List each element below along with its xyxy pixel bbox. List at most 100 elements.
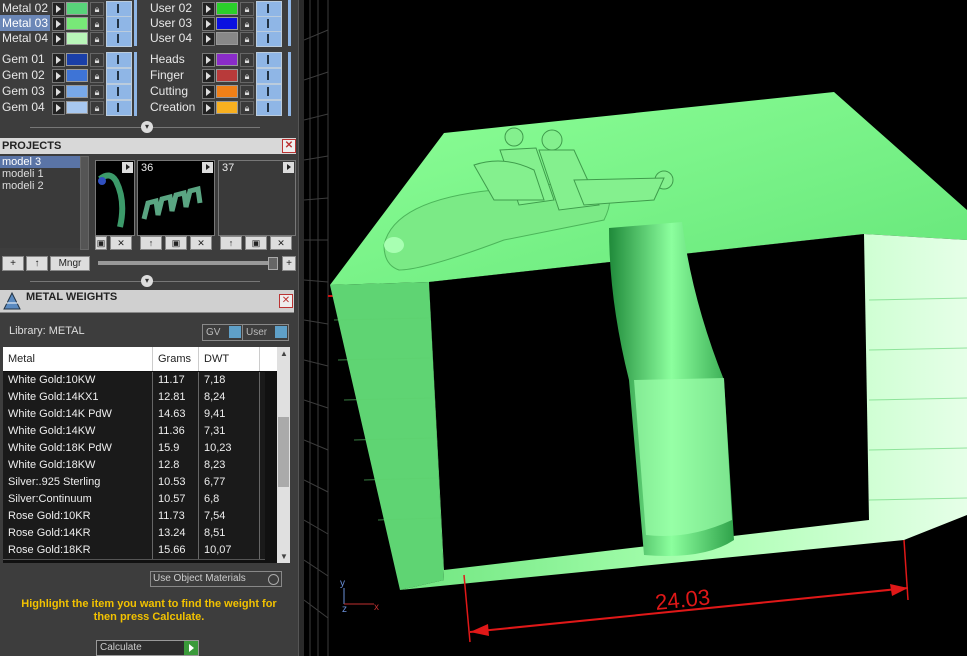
lock-icon[interactable]: 🔒︎ bbox=[240, 101, 254, 115]
lock-icon[interactable]: 🔒︎ bbox=[90, 17, 104, 31]
close-icon[interactable]: ✕ bbox=[279, 294, 293, 308]
scrollbar-thumb[interactable] bbox=[278, 417, 289, 487]
scroll-up-icon[interactable]: ▲ bbox=[280, 349, 288, 358]
collapse-toggle-icon[interactable]: ▾ bbox=[141, 121, 153, 133]
layer-color-swatch[interactable] bbox=[216, 2, 238, 15]
visibility-toggle[interactable] bbox=[256, 31, 282, 47]
manager-button[interactable]: Mngr bbox=[50, 256, 90, 271]
move-up-button[interactable]: ↑ bbox=[26, 256, 48, 271]
thumbnail-menu-arrow-icon[interactable] bbox=[283, 162, 294, 173]
table-row[interactable]: Silver:.925 Sterling 10.53 6,77 bbox=[3, 474, 265, 492]
layer-row-finger[interactable]: Finger 🔒︎ bbox=[148, 67, 288, 84]
expand-arrow-icon[interactable] bbox=[202, 85, 215, 99]
expand-arrow-icon[interactable] bbox=[202, 17, 215, 31]
3d-viewport[interactable]: 24.03 y z x bbox=[304, 0, 967, 656]
layer-color-swatch[interactable] bbox=[66, 32, 88, 45]
expand-arrow-icon[interactable] bbox=[202, 53, 215, 67]
expand-arrow-icon[interactable] bbox=[52, 53, 65, 67]
table-row[interactable]: Rose Gold:10KR 11.73 7,54 bbox=[3, 508, 265, 526]
table-row[interactable]: Rose Gold:14KR 13.24 8,51 bbox=[3, 525, 265, 543]
lock-icon[interactable]: 🔒︎ bbox=[90, 69, 104, 83]
lock-icon[interactable]: 🔒︎ bbox=[90, 53, 104, 67]
project-thumbnail[interactable]: 37 bbox=[218, 160, 296, 236]
column-header[interactable]: DWT bbox=[199, 347, 260, 371]
lock-icon[interactable]: 🔒︎ bbox=[240, 69, 254, 83]
upload-icon[interactable]: ↑ bbox=[220, 236, 242, 250]
table-row[interactable]: White Gold:18KW 12.8 8,23 bbox=[3, 457, 265, 475]
table-row[interactable]: Rose Gold:18KR 15.66 10,07 bbox=[3, 542, 265, 560]
project-item[interactable]: modeli 2 bbox=[0, 180, 80, 192]
use-object-materials-option[interactable]: Use Object Materials bbox=[150, 571, 282, 587]
save-icon[interactable]: ▣ bbox=[95, 236, 107, 250]
project-list-scrollbar[interactable] bbox=[80, 156, 89, 250]
visibility-toggle[interactable] bbox=[256, 100, 282, 116]
lock-icon[interactable]: 🔒︎ bbox=[240, 53, 254, 67]
expand-arrow-icon[interactable] bbox=[52, 69, 65, 83]
calculate-button[interactable]: Calculate bbox=[96, 640, 199, 656]
lock-icon[interactable]: 🔒︎ bbox=[240, 32, 254, 46]
delete-icon[interactable]: ✕ bbox=[110, 236, 132, 250]
project-thumbnail[interactable]: 36 bbox=[137, 160, 215, 236]
project-item[interactable]: model 3 bbox=[0, 156, 80, 168]
layer-color-swatch[interactable] bbox=[66, 53, 88, 66]
expand-arrow-icon[interactable] bbox=[202, 101, 215, 115]
table-scrollbar[interactable]: ▲ ▼ bbox=[277, 347, 290, 563]
expand-arrow-icon[interactable] bbox=[202, 69, 215, 83]
layer-color-swatch[interactable] bbox=[216, 101, 238, 114]
expand-arrow-icon[interactable] bbox=[52, 32, 65, 46]
table-row[interactable]: Silver:Continuum 10.57 6,8 bbox=[3, 491, 265, 509]
add-thumbnail-button[interactable]: + bbox=[282, 256, 296, 271]
visibility-toggle[interactable] bbox=[106, 31, 132, 47]
visibility-toggle[interactable] bbox=[106, 84, 132, 100]
table-row[interactable]: White Gold:14KX1 12.81 8,24 bbox=[3, 389, 265, 407]
layer-color-swatch[interactable] bbox=[66, 17, 88, 30]
layer-color-swatch[interactable] bbox=[66, 69, 88, 82]
layer-row-gem-04[interactable]: Gem 04 🔒︎ bbox=[0, 99, 134, 116]
close-icon[interactable]: ✕ bbox=[282, 139, 296, 153]
layer-color-swatch[interactable] bbox=[216, 17, 238, 30]
save-icon[interactable]: ▣ bbox=[245, 236, 267, 250]
lock-icon[interactable]: 🔒︎ bbox=[240, 2, 254, 16]
thumbnail-menu-arrow-icon[interactable] bbox=[122, 162, 133, 173]
layer-row-cutting[interactable]: Cutting 🔒︎ bbox=[148, 83, 288, 100]
expand-arrow-icon[interactable] bbox=[202, 32, 215, 46]
visibility-toggle[interactable] bbox=[256, 84, 282, 100]
table-row[interactable]: White Gold:18K PdW 15.9 10,23 bbox=[3, 440, 265, 458]
upload-icon[interactable]: ↑ bbox=[140, 236, 162, 250]
layer-row-gem-02[interactable]: Gem 02 🔒︎ bbox=[0, 67, 134, 84]
visibility-toggle[interactable] bbox=[106, 100, 132, 116]
visibility-toggle[interactable] bbox=[256, 52, 282, 68]
layer-color-swatch[interactable] bbox=[66, 101, 88, 114]
delete-icon[interactable]: ✕ bbox=[190, 236, 212, 250]
scroll-down-icon[interactable]: ▼ bbox=[280, 552, 288, 561]
table-row[interactable]: White Gold:14K PdW 14.63 9,41 bbox=[3, 406, 265, 424]
thumbnail-menu-arrow-icon[interactable] bbox=[202, 162, 213, 173]
expand-arrow-icon[interactable] bbox=[202, 2, 215, 16]
layer-row-creation[interactable]: Creation 🔒︎ bbox=[148, 99, 288, 116]
layer-row-user-04[interactable]: User 04 🔒︎ bbox=[148, 30, 288, 47]
layer-color-swatch[interactable] bbox=[66, 2, 88, 15]
collapse-toggle-icon[interactable]: ▾ bbox=[141, 275, 153, 287]
layer-color-swatch[interactable] bbox=[66, 85, 88, 98]
slider-handle[interactable] bbox=[268, 257, 278, 270]
layer-row-user-02[interactable]: User 02 🔒︎ bbox=[148, 0, 288, 17]
column-header[interactable]: Grams bbox=[153, 347, 199, 371]
table-row[interactable]: White Gold:14KW 11.36 7,31 bbox=[3, 423, 265, 441]
play-icon[interactable] bbox=[184, 641, 198, 655]
column-header[interactable]: Metal bbox=[3, 347, 153, 371]
expand-arrow-icon[interactable] bbox=[52, 2, 65, 16]
lock-icon[interactable]: 🔒︎ bbox=[90, 85, 104, 99]
layer-row-gem-03[interactable]: Gem 03 🔒︎ bbox=[0, 83, 134, 100]
expand-arrow-icon[interactable] bbox=[52, 101, 65, 115]
layer-row-user-03[interactable]: User 03 🔒︎ bbox=[148, 15, 288, 32]
project-item[interactable]: modeli 1 bbox=[0, 168, 80, 180]
layer-row-metal-02[interactable]: Metal 02 🔒︎ bbox=[0, 0, 134, 17]
visibility-toggle[interactable] bbox=[106, 52, 132, 68]
expand-arrow-icon[interactable] bbox=[52, 17, 65, 31]
radio-icon[interactable] bbox=[268, 574, 279, 585]
lock-icon[interactable]: 🔒︎ bbox=[90, 101, 104, 115]
layer-row-metal-03[interactable]: Metal 03 🔒︎ bbox=[0, 15, 134, 32]
visibility-toggle[interactable] bbox=[106, 68, 132, 84]
layer-color-swatch[interactable] bbox=[216, 85, 238, 98]
lock-icon[interactable]: 🔒︎ bbox=[90, 32, 104, 46]
